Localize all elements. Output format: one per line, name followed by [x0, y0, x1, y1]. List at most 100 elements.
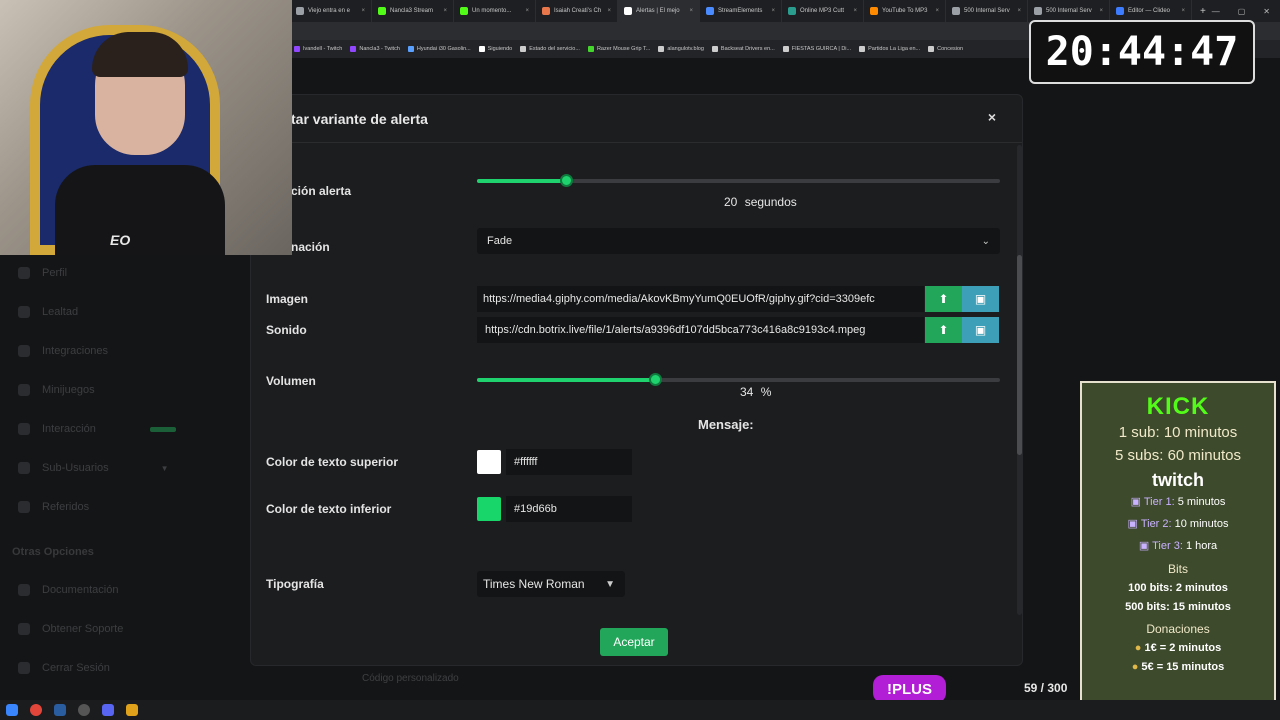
bookmark-item[interactable]: Razer Mouse Grip T... [587, 46, 650, 52]
bookmark-item[interactable]: alangulotv.blog [658, 46, 704, 52]
minimize-icon[interactable]: — [1212, 7, 1220, 16]
modal-scrollbar[interactable] [1017, 145, 1022, 615]
image-gallery-button[interactable]: ▣ [962, 286, 999, 312]
duration-slider[interactable] [477, 174, 1000, 187]
chrome-icon[interactable] [30, 704, 42, 716]
message-heading: Mensaje: [698, 417, 754, 432]
browser-tab[interactable]: StreamElements × [700, 0, 782, 22]
plug-icon [18, 345, 30, 357]
sidebar-item-soporte[interactable]: Obtener Soporte [18, 623, 123, 635]
browser-tab[interactable]: Alertas | El mejo × [618, 0, 700, 22]
sidebar-item-cerrar-sesion[interactable]: Cerrar Sesión [18, 662, 110, 674]
tab-close-icon[interactable]: × [771, 8, 775, 14]
stream-timer: 20:44:47 [1029, 20, 1255, 84]
browser-tab[interactable]: Online MP3 Cutt × [782, 0, 864, 22]
bookmark-item[interactable]: Estado del servicio... [520, 46, 580, 52]
bookmark-item[interactable]: Partidos La Liga en... [859, 46, 920, 52]
kick-logo: KICK [1146, 393, 1210, 420]
sound-url-input[interactable]: https://cdn.botrix.live/file/1/alerts/a9… [477, 317, 924, 343]
tab-favicon-icon [1034, 7, 1042, 15]
sound-gallery-button[interactable]: ▣ [962, 317, 999, 343]
sidebar-item-minijuegos[interactable]: Minijuegos [18, 384, 95, 396]
top-text-color-swatch[interactable] [477, 450, 501, 474]
tab-close-icon[interactable]: × [1181, 8, 1185, 14]
image-upload-button[interactable]: ⬆ [925, 286, 962, 312]
bookmark-item[interactable]: Concesion [928, 46, 963, 52]
tab-close-icon[interactable]: × [525, 8, 529, 14]
new-tab-button[interactable]: + [1192, 6, 1206, 17]
bits-line-2: 500 bits: 15 minutos [1125, 601, 1231, 613]
accept-button[interactable]: Aceptar [600, 628, 668, 656]
browser-tab[interactable]: Isaiah Creati's Ch × [536, 0, 618, 22]
browser-tab[interactable]: YouTube To MP3 × [864, 0, 946, 22]
tab-close-icon[interactable]: × [935, 8, 939, 14]
scrollbar-thumb[interactable] [1017, 255, 1022, 455]
bolt-icon[interactable] [126, 704, 138, 716]
bookmark-item[interactable]: Nancla3 - Twitch [350, 46, 400, 52]
bottom-text-color-input[interactable]: #19d66b [506, 496, 632, 522]
top-text-color-label: Color de texto superior [266, 455, 399, 469]
sidebar-item-documentacion[interactable]: Documentación [18, 584, 118, 596]
sound-upload-button[interactable]: ⬆ [925, 317, 962, 343]
duration-slider-handle[interactable] [559, 174, 573, 187]
close-icon[interactable]: × [988, 109, 996, 125]
animation-selected: Fade [487, 235, 513, 247]
sidebar-item-perfil[interactable]: Perfil [18, 267, 67, 279]
bookmark-item[interactable]: Backseat Drivers en... [711, 46, 775, 52]
bookmark-item[interactable]: Hyundai i30 Gasolin... [407, 46, 471, 52]
browser-tab[interactable]: Nancla3 Stream × [372, 0, 454, 22]
animation-select[interactable]: Fade ⌄ [477, 228, 1000, 254]
steam-icon[interactable] [54, 704, 66, 716]
bits-line-1: 100 bits: 2 minutos [1128, 582, 1228, 594]
shirt-logo: EO [110, 232, 131, 248]
sidebar-item-interaccion[interactable]: Interacción [18, 423, 176, 435]
music-icon [18, 423, 30, 435]
browser-tab[interactable]: Viejo entra en e × [290, 0, 372, 22]
image-url-input[interactable]: https://media4.giphy.com/media/AkovKBmyY… [477, 286, 924, 312]
tab-close-icon[interactable]: × [443, 8, 447, 14]
tab-close-icon[interactable]: × [1017, 8, 1021, 14]
sidebar-item-referidos[interactable]: Referidos [18, 501, 89, 513]
bookmark-favicon-icon [478, 46, 485, 52]
close-window-icon[interactable]: ✕ [1263, 7, 1270, 16]
tab-close-icon[interactable]: × [1099, 8, 1103, 14]
volume-slider-handle[interactable] [648, 373, 662, 386]
bookmark-item[interactable]: Ivandell - Twitch [294, 46, 342, 52]
tab-label: Online MP3 Cutt [800, 8, 845, 14]
browser-tab[interactable]: 500 Internal Serv × [946, 0, 1028, 22]
volume-slider[interactable] [477, 373, 1000, 386]
donation-line-2: ● 5€ = 15 minutos [1082, 658, 1274, 677]
modal-title: tar variante de alerta [291, 111, 428, 127]
browser-tab[interactable]: Un momento... × [454, 0, 536, 22]
tab-close-icon[interactable]: × [689, 8, 693, 14]
top-text-color-input[interactable]: #ffffff [506, 449, 632, 475]
edit-alert-variant-modal: tar variante de alerta × ción alerta 20 … [250, 94, 1023, 666]
tab-close-icon[interactable]: × [607, 8, 611, 14]
webcam-overlay: EO [0, 0, 292, 255]
bookmark-favicon-icon [782, 46, 789, 52]
obs-icon[interactable] [78, 704, 90, 716]
bookmark-item[interactable]: Siguiendo [478, 46, 512, 52]
duration-unit: segundos [744, 195, 797, 209]
font-select[interactable]: Times New Roman ▼ [477, 571, 625, 597]
windows-start-icon[interactable] [6, 704, 18, 716]
share-icon [18, 501, 30, 513]
tab-favicon-icon [952, 7, 960, 15]
browser-tab[interactable]: 500 Internal Serv × [1028, 0, 1110, 22]
duration-label: ción alerta [291, 184, 352, 198]
volume-value: 34 % [740, 385, 771, 399]
discord-icon[interactable] [102, 704, 114, 716]
bookmark-item[interactable]: FIESTAS GUIRCA | Di... [782, 46, 851, 52]
browser-tab[interactable]: Editor — Clideo × [1110, 0, 1192, 22]
tab-close-icon[interactable]: × [361, 8, 365, 14]
bookmark-label: Estado del servicio... [529, 46, 580, 52]
sidebar-item-subusuarios[interactable]: Sub-Usuarios ▼ [18, 462, 169, 474]
sidebar-item-integraciones[interactable]: Integraciones [18, 345, 108, 357]
maximize-icon[interactable]: ▢ [1238, 7, 1246, 16]
tab-close-icon[interactable]: × [853, 8, 857, 14]
taskbar [0, 700, 1280, 720]
tab-favicon-icon [788, 7, 796, 15]
donation-line-1: ● 1€ = 2 minutos [1082, 639, 1274, 658]
sidebar-item-lealtad[interactable]: Lealtad [18, 306, 78, 318]
bottom-text-color-swatch[interactable] [477, 497, 501, 521]
